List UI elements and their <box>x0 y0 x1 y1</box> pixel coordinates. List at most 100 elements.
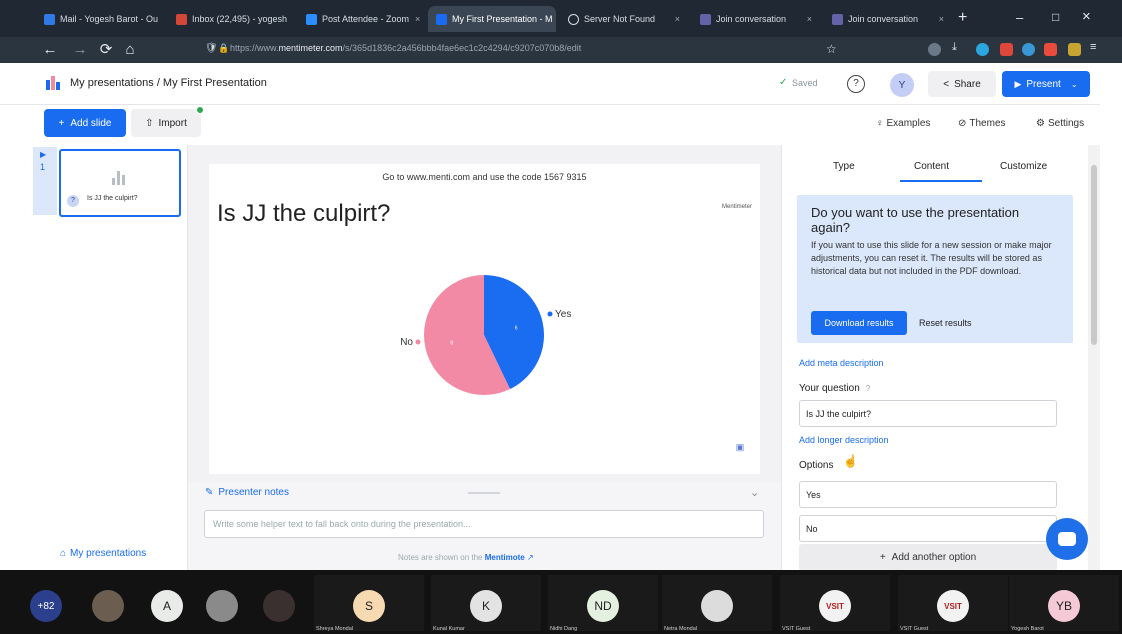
tab-content[interactable]: Content <box>914 161 949 172</box>
side-panel-scrollbar[interactable] <box>1088 145 1100 570</box>
bookmark-star-icon[interactable]: ☆ <box>826 42 837 56</box>
help-icon[interactable]: ? <box>847 75 865 93</box>
download-results-button[interactable]: Download results <box>811 311 907 335</box>
extension-icon[interactable] <box>1000 43 1013 56</box>
cursor-icon: ☝ <box>843 454 858 468</box>
participant-avatar[interactable]: ND <box>587 590 619 622</box>
new-tab-button[interactable]: + <box>958 9 967 27</box>
plus-icon: + <box>58 117 65 129</box>
maximize-button[interactable]: □ <box>1052 10 1059 24</box>
extension-icon[interactable] <box>1068 43 1081 56</box>
lock-icon: 🔒 <box>218 43 230 53</box>
examples-link[interactable]: ♀ Examples <box>876 118 930 129</box>
add-meta-description-link[interactable]: Add meta description <box>799 358 884 368</box>
legend-dot-yes <box>547 311 553 317</box>
close-tab-icon[interactable]: × <box>933 14 944 24</box>
participant-avatar[interactable]: A <box>151 590 183 622</box>
url-text[interactable]: https://www.mentimeter.com/s/365d1836c2a… <box>230 43 581 53</box>
back-arrow-icon[interactable]: ← <box>40 40 60 60</box>
tab-server-not-found[interactable]: Server Not Found × <box>560 6 688 32</box>
close-window-button[interactable]: × <box>1082 8 1091 25</box>
examples-label: Examples <box>886 118 931 129</box>
menu-icon[interactable]: ≡ <box>1090 41 1103 54</box>
pocket-icon[interactable] <box>928 43 941 56</box>
tab-label: My First Presentation - M <box>452 14 553 24</box>
audience-icon[interactable]: ▣ <box>735 442 745 460</box>
bar-chart-icon <box>112 171 125 185</box>
slide-preview[interactable]: Go to www.menti.com and use the code 156… <box>209 164 760 474</box>
close-tab-icon[interactable]: × <box>409 14 420 24</box>
extension-icon[interactable] <box>1044 43 1057 56</box>
tab-label: Post Attendee - Zoom <box>322 14 410 24</box>
tab-mail[interactable]: Mail - Yogesh Barot - Ou× <box>36 6 158 32</box>
tab-customize[interactable]: Customize <box>1000 161 1047 172</box>
share-button[interactable]: < Share <box>928 71 996 97</box>
extension-icon[interactable] <box>976 43 989 56</box>
chevron-down-icon[interactable]: ⌄ <box>1071 80 1078 89</box>
add-longer-description-link[interactable]: Add longer description <box>799 435 889 445</box>
add-another-option-button[interactable]: + Add another option <box>799 544 1057 571</box>
presenter-notes-input[interactable]: Write some helper text to fall back onto… <box>204 510 764 538</box>
close-tab-icon[interactable]: × <box>287 14 290 24</box>
participant-avatar[interactable]: VSIT <box>819 590 851 622</box>
option-input-yes[interactable]: Yes <box>799 481 1057 508</box>
participant-avatar[interactable] <box>92 590 124 622</box>
more-participants-button[interactable]: +82 <box>30 590 62 622</box>
pie-label-yes: Yes <box>555 309 571 320</box>
close-tab-icon[interactable]: × <box>801 14 812 24</box>
my-presentations-link[interactable]: ⌂ My presentations <box>60 548 146 559</box>
close-tab-icon[interactable]: × <box>669 14 680 24</box>
import-label: Import <box>158 117 187 129</box>
pie-label-no: No <box>400 337 413 348</box>
tab-zoom[interactable]: Post Attendee - Zoom × <box>298 6 420 32</box>
tab-inbox[interactable]: Inbox (22,495) - yogesh× <box>168 6 290 32</box>
gear-icon: ⚙ <box>1036 118 1045 129</box>
question-input[interactable]: Is JJ the culpirt? <box>799 400 1057 427</box>
home-icon[interactable]: ⌂ <box>120 40 140 60</box>
option-input-no[interactable]: No <box>799 515 1057 542</box>
reload-icon[interactable]: ⟳ <box>96 40 116 60</box>
my-presentations-label: My presentations <box>70 548 147 559</box>
participant-avatar[interactable] <box>206 590 238 622</box>
tab-mentimeter[interactable]: My First Presentation - M× <box>428 6 556 32</box>
slide-thumbnail[interactable]: ? Is JJ the culpirt? <box>59 149 181 217</box>
info-icon <box>568 13 579 25</box>
question-help-icon[interactable]: ? <box>866 384 870 393</box>
settings-link[interactable]: ⚙ Settings <box>1036 118 1084 129</box>
chat-support-button[interactable] <box>1046 518 1088 560</box>
import-button[interactable]: ⇧ Import <box>131 109 201 137</box>
participant-avatar[interactable]: K <box>470 590 502 622</box>
tab-type[interactable]: Type <box>833 161 855 172</box>
minimize-button[interactable]: – <box>1016 10 1023 25</box>
drag-handle[interactable] <box>468 492 500 494</box>
themes-label: Themes <box>969 118 1006 129</box>
download-icon[interactable]: ⤓ <box>952 41 965 54</box>
slide-number: 1 <box>40 162 46 172</box>
breadcrumb[interactable]: My presentations / My First Presentation <box>70 77 267 89</box>
mentimeter-logo-icon <box>46 76 60 90</box>
info-text: If you want to use this slide for a new … <box>811 240 1052 276</box>
mentimote-link[interactable]: Mentimote <box>485 553 525 562</box>
pie-slice-value: 6 <box>515 326 518 332</box>
avatar[interactable]: Y <box>890 73 914 97</box>
participant-name: VSIT Guest <box>900 626 929 632</box>
participant-avatar[interactable] <box>263 590 295 622</box>
zoom-extension-icon[interactable] <box>1022 43 1035 56</box>
themes-link[interactable]: ⊘ Themes <box>958 118 1006 129</box>
close-tab-icon[interactable]: × <box>553 14 556 24</box>
presenter-notes-header[interactable]: ✎ Presenter notes <box>205 487 289 498</box>
add-slide-button[interactable]: + Add slide <box>44 109 126 137</box>
present-button[interactable]: ▶ Present ⌄ <box>1002 71 1090 97</box>
tab-join-conversation-2[interactable]: Join conversation × <box>824 6 952 32</box>
share-icon: < <box>943 78 950 90</box>
reset-results-link[interactable]: Reset results <box>919 318 972 328</box>
participant-avatar[interactable]: VSIT <box>937 590 969 622</box>
presenter-notes-title: Presenter notes <box>218 487 289 498</box>
forward-arrow-icon[interactable]: → <box>70 40 90 60</box>
participant-avatar[interactable]: YB <box>1048 590 1080 622</box>
participant-avatar[interactable]: S <box>353 590 385 622</box>
tab-join-conversation[interactable]: Join conversation × <box>692 6 820 32</box>
chevron-down-icon[interactable]: ⌄ <box>750 486 759 499</box>
your-question-text: Your question <box>799 383 860 394</box>
participant-avatar[interactable] <box>701 590 733 622</box>
